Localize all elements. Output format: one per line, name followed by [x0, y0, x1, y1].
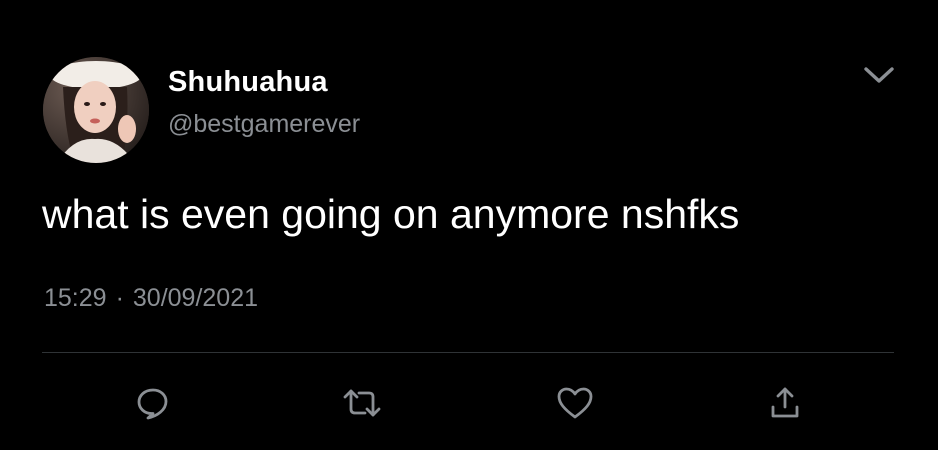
chevron-down-icon [864, 67, 894, 83]
like-button[interactable] [553, 381, 597, 425]
user-handle[interactable]: @bestgamerever [168, 110, 360, 138]
tweet-menu-button[interactable] [860, 58, 898, 92]
tweet-date: 30/09/2021 [132, 284, 259, 312]
share-icon [771, 387, 799, 418]
divider [42, 352, 894, 353]
display-name[interactable]: Shuhuahua [168, 66, 328, 98]
tweet-timestamp[interactable]: 15:29 · 30/09/2021 [44, 283, 258, 313]
reply-icon [137, 388, 168, 420]
retweet-button[interactable] [340, 381, 384, 425]
avatar-image [43, 57, 149, 163]
share-button[interactable] [763, 381, 807, 425]
meta-separator: · [115, 284, 124, 312]
tweet-text: what is even going on anymore nshfks [42, 191, 740, 237]
retweet-icon [343, 389, 381, 417]
heart-icon [557, 387, 593, 419]
tweet-time: 15:29 [44, 284, 107, 312]
reply-button[interactable] [131, 381, 175, 425]
avatar[interactable] [43, 57, 149, 163]
tweet-card: Shuhuahua @bestgamerever what is even go… [0, 0, 938, 450]
